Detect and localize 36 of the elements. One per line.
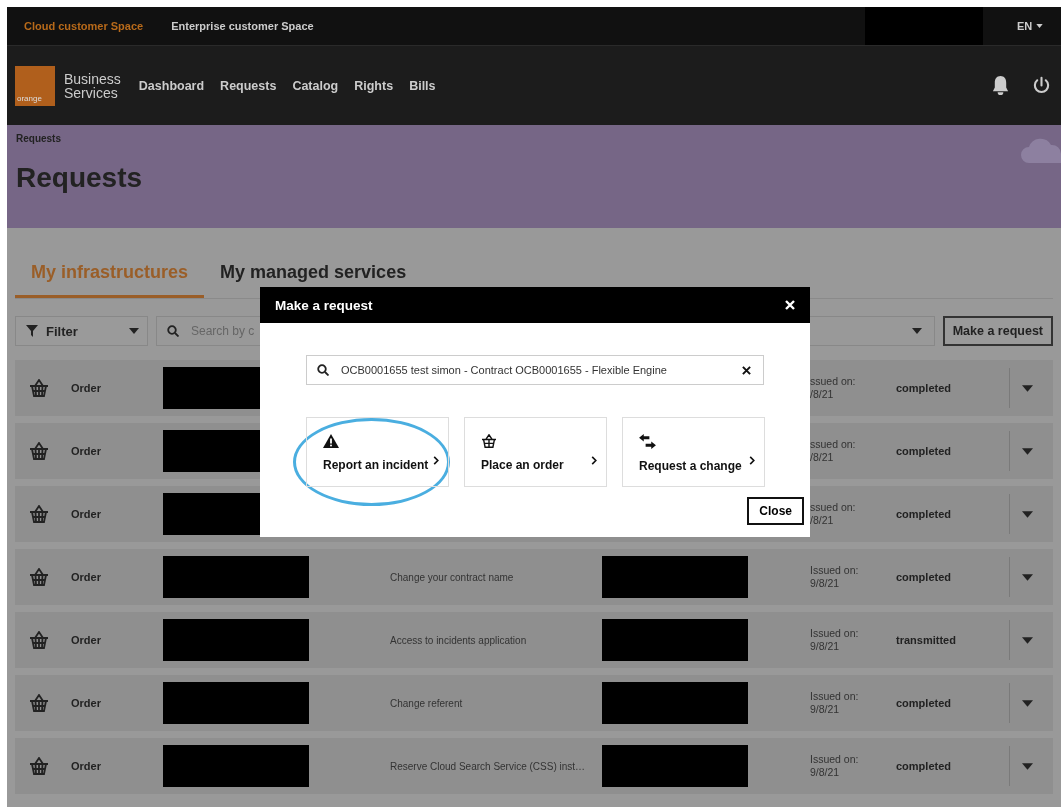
request-status: completed [896,382,952,394]
issued-date: 9/8/21 [810,766,841,779]
issued-date: /8/21 [810,388,835,401]
request-description: Change referent [390,697,464,709]
request-type: Order [71,445,102,457]
issued-date: 9/8/21 [810,577,841,590]
request-description: Access to incidents application [390,634,528,646]
request-type: Order [71,760,102,772]
request-description: Reserve Cloud Search Service (CSS) inst… [390,760,587,772]
issued-label: ssued on: [810,438,857,451]
brand-text: Business [64,71,121,86]
request-description: Change your contract name [390,571,515,583]
issued-label: Issued on: [810,690,860,703]
request-status: completed [896,571,952,583]
request-type: Order [71,508,102,520]
issued-label: Issued on: [810,564,860,577]
issued-label: Issued on: [810,753,860,766]
issued-label: ssued on: [810,375,857,388]
request-status: completed [896,508,952,520]
request-status: completed [896,697,952,709]
issued-date: 9/8/21 [810,640,841,653]
issued-label: ssued on: [810,501,857,514]
request-type: Order [71,571,102,583]
request-type: Order [71,697,102,709]
request-type: Order [71,382,102,394]
request-status: completed [896,445,952,457]
issued-date: /8/21 [810,514,835,527]
issued-label: Issued on: [810,627,860,640]
brand-text: Services [64,85,119,100]
request-status: completed [896,760,952,772]
issued-date: /8/21 [810,451,835,464]
request-type: Order [71,634,102,646]
dialog-title: Make a request [275,297,373,313]
page-title: Requests [16,162,143,194]
issued-date: 9/8/21 [810,703,841,716]
request-status: transmitted [896,634,957,646]
